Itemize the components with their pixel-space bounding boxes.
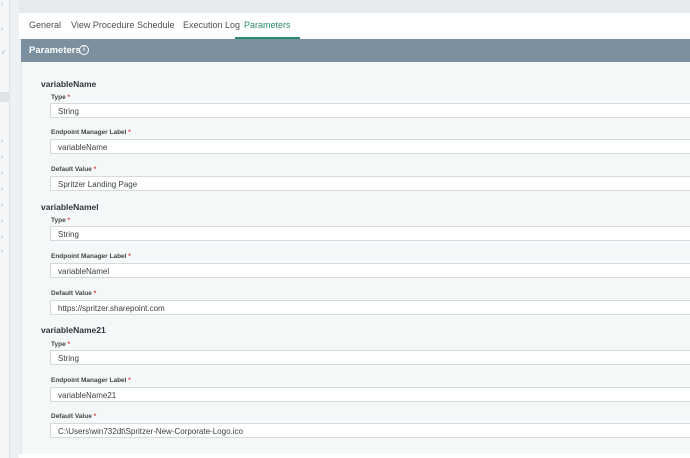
required-marker: * — [93, 166, 97, 173]
chevron-right-icon[interactable]: › — [1, 248, 6, 256]
required-marker: * — [128, 377, 131, 384]
default-value-label: Default Value — [51, 166, 92, 173]
variable-name-heading: variableName21 — [41, 325, 106, 335]
required-marker: * — [67, 217, 71, 224]
endpoint-manager-label-field[interactable]: variableName — [50, 139, 690, 154]
type-label: Type — [51, 341, 66, 348]
endpoint-manager-label: Endpoint Manager Label — [51, 129, 127, 136]
field-label: Type * — [51, 94, 70, 101]
default-value-field[interactable]: Spritzer Landing Page — [50, 176, 690, 191]
required-marker: * — [67, 94, 71, 101]
field-label: Endpoint Manager Label * — [51, 377, 131, 384]
sidebar-selected-item[interactable] — [0, 92, 9, 102]
required-marker: * — [128, 253, 131, 260]
tab-schedule[interactable]: Schedule — [137, 13, 175, 39]
type-field[interactable]: String — [50, 103, 690, 118]
tab-view-procedure[interactable]: View Procedure — [71, 13, 134, 39]
required-marker: * — [93, 413, 97, 420]
chevron-right-icon[interactable]: › — [1, 26, 6, 34]
check-icon: ✓ — [1, 49, 7, 56]
required-marker: * — [93, 290, 97, 297]
tab-parameters[interactable]: Parameters — [235, 13, 300, 39]
endpoint-manager-label: Endpoint Manager Label — [51, 377, 127, 384]
chevron-right-icon[interactable]: › — [1, 170, 6, 178]
main-content: General View Procedure Schedule Executio… — [19, 0, 690, 458]
top-bar — [19, 0, 690, 13]
type-field[interactable]: String — [50, 226, 690, 241]
chevron-right-icon[interactable]: › — [1, 154, 6, 162]
parameters-panel-body: variableName Type * String Endpoint Mana… — [21, 62, 690, 454]
tab-execution-log[interactable]: Execution Log — [183, 13, 240, 39]
variable-name-heading: variableName — [41, 79, 97, 89]
chevron-right-icon[interactable]: › — [1, 234, 6, 242]
tab-general[interactable]: General — [29, 13, 61, 39]
chevron-right-icon[interactable]: › — [1, 1, 6, 9]
chevron-right-icon[interactable]: › — [1, 138, 6, 146]
chevron-right-icon[interactable]: › — [1, 202, 6, 210]
endpoint-manager-label-field[interactable]: variableName21 — [50, 387, 690, 402]
chevron-right-icon[interactable]: › — [1, 186, 6, 194]
field-label: Default Value * — [51, 413, 96, 420]
variable-name-heading: variableNamel — [41, 202, 99, 212]
type-field[interactable]: String — [50, 350, 690, 365]
chevron-right-icon[interactable]: › — [1, 218, 6, 226]
field-label: Endpoint Manager Label * — [51, 129, 131, 136]
info-icon[interactable]: i — [79, 44, 89, 55]
default-value-label: Default Value — [51, 413, 92, 420]
left-sidebar-rail: › › ✓ › › › › › › › › — [0, 0, 10, 458]
panel-title: Parameters — [29, 45, 81, 56]
type-label: Type — [51, 94, 66, 101]
endpoint-manager-label: Endpoint Manager Label — [51, 253, 127, 260]
required-marker: * — [128, 129, 131, 136]
parameters-panel-header: Parameters i — [21, 39, 690, 62]
field-label: Default Value * — [51, 166, 96, 173]
field-label: Default Value * — [51, 290, 96, 297]
default-value-field[interactable]: https://spritzer.sharepoint.com — [50, 300, 690, 315]
field-label: Type * — [51, 341, 70, 348]
required-marker: * — [67, 341, 71, 348]
field-label: Endpoint Manager Label * — [51, 253, 131, 260]
field-label: Type * — [51, 217, 70, 224]
tab-bar: General View Procedure Schedule Executio… — [19, 13, 690, 40]
type-label: Type — [51, 217, 66, 224]
endpoint-manager-label-field[interactable]: variableNamel — [50, 263, 690, 278]
bottom-strip — [19, 454, 690, 458]
default-value-field[interactable]: C:\Users\win732dt\Spritzer-New-Corporate… — [50, 423, 690, 438]
default-value-label: Default Value — [51, 290, 92, 297]
